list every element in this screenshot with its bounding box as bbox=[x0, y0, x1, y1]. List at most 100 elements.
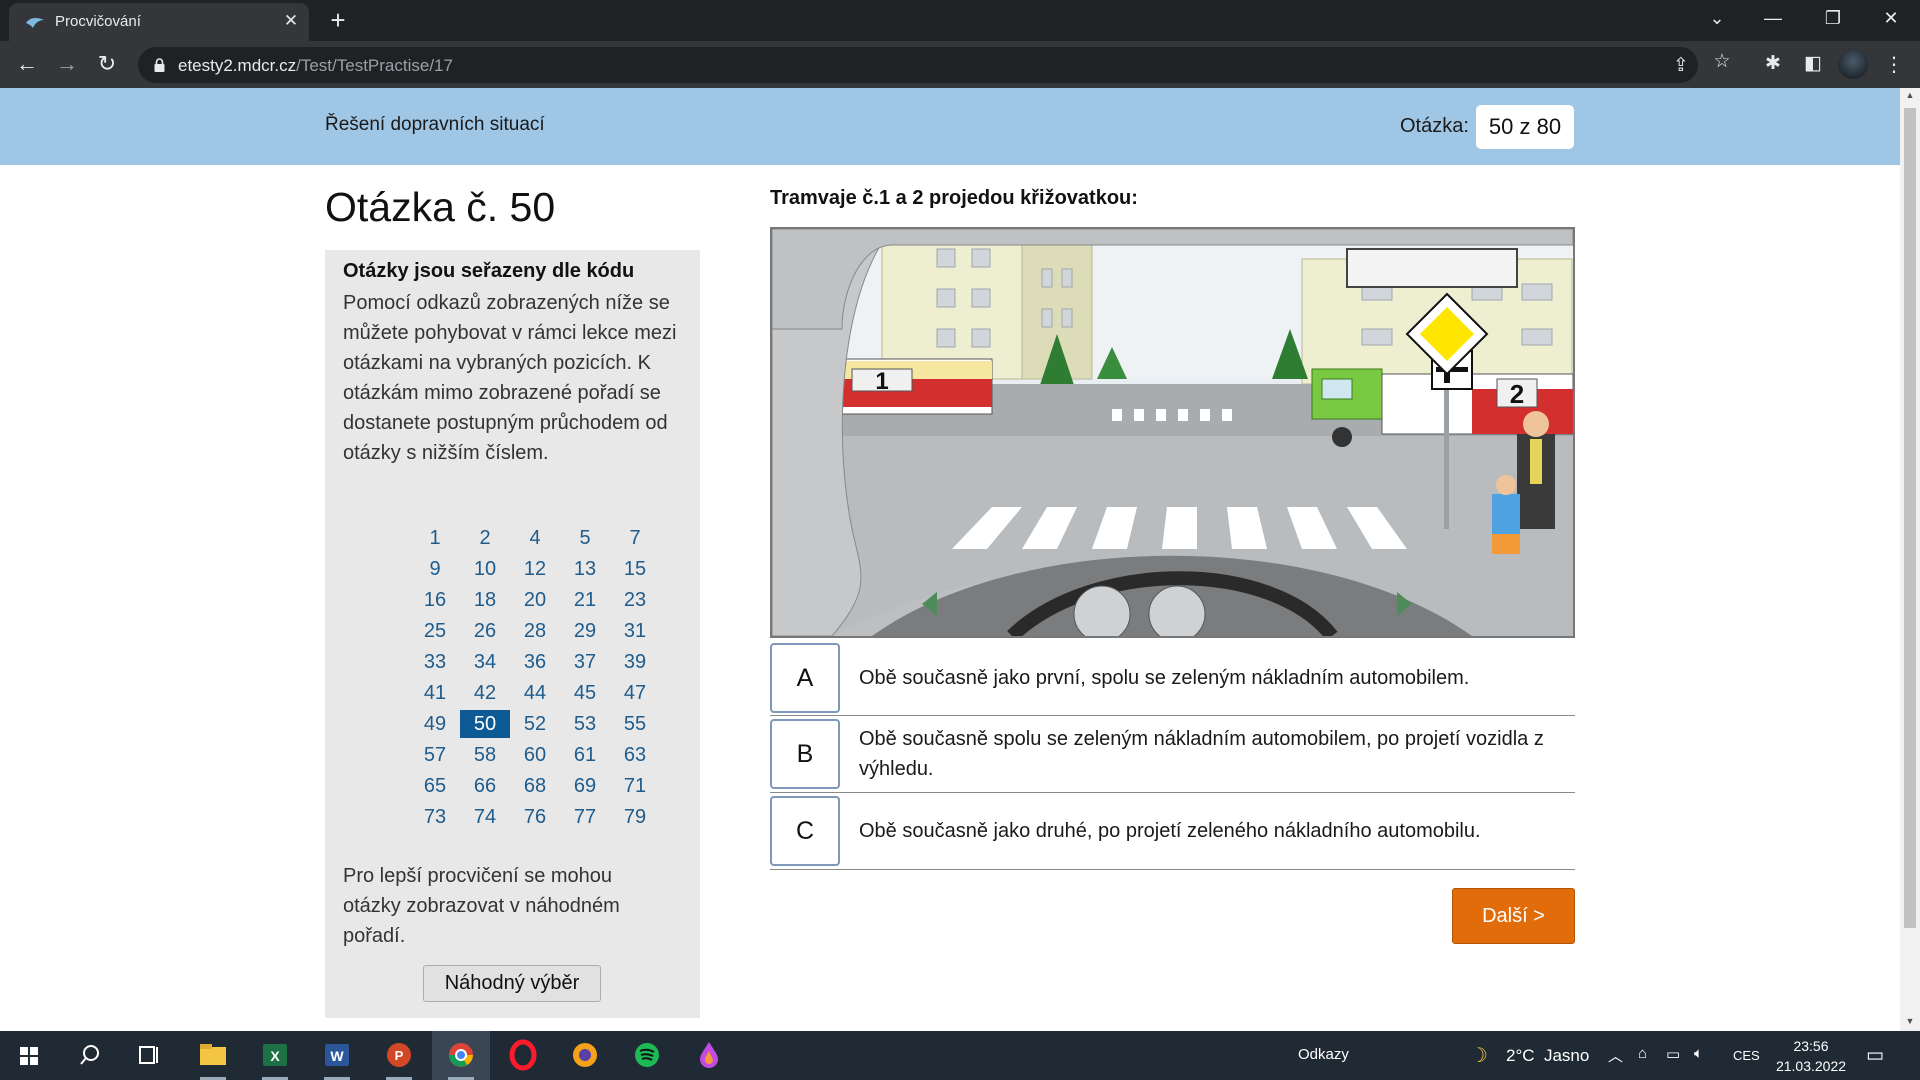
weather-text[interactable]: 2°C Jasno bbox=[1506, 1046, 1589, 1066]
question-number-link[interactable]: 29 bbox=[560, 617, 610, 645]
taskbar-drop-app[interactable] bbox=[680, 1031, 738, 1080]
restore-icon[interactable]: ❐ bbox=[1818, 8, 1848, 29]
links-toolbar-label[interactable]: Odkazy bbox=[1298, 1046, 1349, 1063]
question-number-link[interactable]: 68 bbox=[510, 772, 560, 800]
system-clock[interactable]: 23:56 21.03.2022 bbox=[1775, 1036, 1847, 1076]
question-number-link[interactable]: 77 bbox=[560, 803, 610, 831]
question-number-link[interactable]: 21 bbox=[560, 586, 610, 614]
question-number-link[interactable]: 15 bbox=[610, 555, 660, 583]
random-selection-button[interactable]: Náhodný výběr bbox=[423, 965, 601, 1002]
question-number-link[interactable]: 41 bbox=[410, 679, 460, 707]
taskbar-opera[interactable] bbox=[494, 1031, 552, 1080]
question-number-link[interactable]: 47 bbox=[610, 679, 660, 707]
answer-option-c[interactable]: C Obě současně jako druhé, po projetí ze… bbox=[770, 793, 1575, 870]
question-number-link[interactable]: 31 bbox=[610, 617, 660, 645]
question-number-link[interactable]: 73 bbox=[410, 803, 460, 831]
question-number-link[interactable]: 65 bbox=[410, 772, 460, 800]
question-number-link[interactable]: 63 bbox=[610, 741, 660, 769]
answer-option-b[interactable]: B Obě současně spolu se zeleným nákladní… bbox=[770, 716, 1575, 793]
question-number-link[interactable]: 26 bbox=[460, 617, 510, 645]
browser-tab[interactable]: Procvičování ✕ bbox=[9, 3, 309, 41]
search-button[interactable] bbox=[60, 1031, 118, 1080]
question-number-link[interactable]: 49 bbox=[410, 710, 460, 738]
question-number-link[interactable]: 34 bbox=[460, 648, 510, 676]
scrollbar-thumb[interactable] bbox=[1904, 108, 1916, 928]
question-number-link[interactable]: 60 bbox=[510, 741, 560, 769]
question-number-link[interactable]: 4 bbox=[510, 524, 560, 552]
answer-letter-a[interactable]: A bbox=[770, 643, 840, 713]
question-number-link[interactable]: 61 bbox=[560, 741, 610, 769]
question-number-link[interactable]: 36 bbox=[510, 648, 560, 676]
taskbar-spotify[interactable] bbox=[618, 1031, 676, 1080]
answer-option-a[interactable]: A Obě současně jako první, spolu se zele… bbox=[770, 640, 1575, 716]
question-number-link[interactable]: 55 bbox=[610, 710, 660, 738]
question-number-link[interactable]: 42 bbox=[460, 679, 510, 707]
question-number-link[interactable]: 28 bbox=[510, 617, 560, 645]
answer-letter-c[interactable]: C bbox=[770, 796, 840, 866]
forward-icon[interactable]: → bbox=[53, 50, 81, 78]
question-number-link[interactable]: 33 bbox=[410, 648, 460, 676]
question-number-current[interactable]: 50 bbox=[460, 710, 510, 738]
question-number-link[interactable]: 53 bbox=[560, 710, 610, 738]
task-view-button[interactable] bbox=[120, 1031, 178, 1080]
extensions-icon[interactable]: ✱ bbox=[1760, 52, 1786, 75]
question-number-link[interactable]: 39 bbox=[610, 648, 660, 676]
minimize-icon[interactable]: — bbox=[1758, 8, 1788, 29]
page-scrollbar[interactable]: ▲ ▼ bbox=[1900, 88, 1920, 1031]
question-number-link[interactable]: 1 bbox=[410, 524, 460, 552]
question-number-link[interactable]: 45 bbox=[560, 679, 610, 707]
bookmark-star-icon[interactable]: ☆ bbox=[1709, 50, 1735, 73]
share-icon[interactable]: ⇪ bbox=[1669, 54, 1693, 77]
question-number-link[interactable]: 23 bbox=[610, 586, 660, 614]
question-number-link[interactable]: 79 bbox=[610, 803, 660, 831]
answer-letter-b[interactable]: B bbox=[770, 719, 840, 789]
next-button[interactable]: Další > bbox=[1452, 888, 1575, 944]
question-number-link[interactable]: 12 bbox=[510, 555, 560, 583]
network-icon[interactable]: ⌂ bbox=[1638, 1045, 1647, 1062]
question-number-link[interactable]: 9 bbox=[410, 555, 460, 583]
question-number-link[interactable]: 10 bbox=[460, 555, 510, 583]
tray-chevron-icon[interactable]: ︿ bbox=[1608, 1045, 1623, 1066]
taskbar-powerpoint[interactable]: P bbox=[370, 1031, 428, 1080]
question-number-link[interactable]: 69 bbox=[560, 772, 610, 800]
question-number-link[interactable]: 66 bbox=[460, 772, 510, 800]
volume-icon[interactable]: 🔈︎ bbox=[1694, 1045, 1703, 1062]
question-number-link[interactable]: 13 bbox=[560, 555, 610, 583]
question-number-link[interactable]: 16 bbox=[410, 586, 460, 614]
question-number-link[interactable]: 25 bbox=[410, 617, 460, 645]
new-tab-icon[interactable]: + bbox=[326, 6, 350, 34]
scroll-up-icon[interactable]: ▲ bbox=[1904, 90, 1916, 100]
question-number-link[interactable]: 20 bbox=[510, 586, 560, 614]
question-number-link[interactable]: 44 bbox=[510, 679, 560, 707]
profile-avatar[interactable] bbox=[1838, 49, 1868, 79]
reload-icon[interactable]: ↻ bbox=[93, 50, 121, 78]
question-number-link[interactable]: 37 bbox=[560, 648, 610, 676]
scroll-down-icon[interactable]: ▼ bbox=[1904, 1016, 1916, 1026]
question-number-link[interactable]: 7 bbox=[610, 524, 660, 552]
taskbar-brave[interactable] bbox=[556, 1031, 614, 1080]
question-number-link[interactable]: 52 bbox=[510, 710, 560, 738]
question-number-link[interactable]: 5 bbox=[560, 524, 610, 552]
question-number-link[interactable]: 18 bbox=[460, 586, 510, 614]
side-panel-icon[interactable]: ◧ bbox=[1800, 52, 1826, 75]
question-number-link[interactable]: 74 bbox=[460, 803, 510, 831]
question-number-link[interactable]: 58 bbox=[460, 741, 510, 769]
tab-search-chevron-icon[interactable]: ⌄ bbox=[1702, 8, 1732, 29]
start-button[interactable] bbox=[0, 1031, 58, 1080]
language-indicator[interactable]: CES bbox=[1733, 1048, 1760, 1063]
address-bar[interactable]: etesty2.mdcr.cz/Test/TestPractise/17 ⇪ bbox=[138, 47, 1698, 83]
close-window-icon[interactable]: ✕ bbox=[1876, 8, 1906, 29]
taskbar-file-explorer[interactable] bbox=[184, 1031, 242, 1080]
taskbar-excel[interactable]: X bbox=[246, 1031, 304, 1080]
tab-close-icon[interactable]: ✕ bbox=[281, 11, 301, 31]
back-icon[interactable]: ← bbox=[13, 50, 41, 78]
notification-icon[interactable]: ▭ bbox=[1866, 1044, 1884, 1067]
battery-icon[interactable]: ▭ bbox=[1666, 1045, 1680, 1063]
question-number-link[interactable]: 76 bbox=[510, 803, 560, 831]
question-number-link[interactable]: 71 bbox=[610, 772, 660, 800]
taskbar-word[interactable]: W bbox=[308, 1031, 366, 1080]
question-number-link[interactable]: 2 bbox=[460, 524, 510, 552]
menu-kebab-icon[interactable]: ⋮ bbox=[1884, 52, 1904, 77]
taskbar-chrome[interactable] bbox=[432, 1031, 490, 1080]
question-number-link[interactable]: 57 bbox=[410, 741, 460, 769]
